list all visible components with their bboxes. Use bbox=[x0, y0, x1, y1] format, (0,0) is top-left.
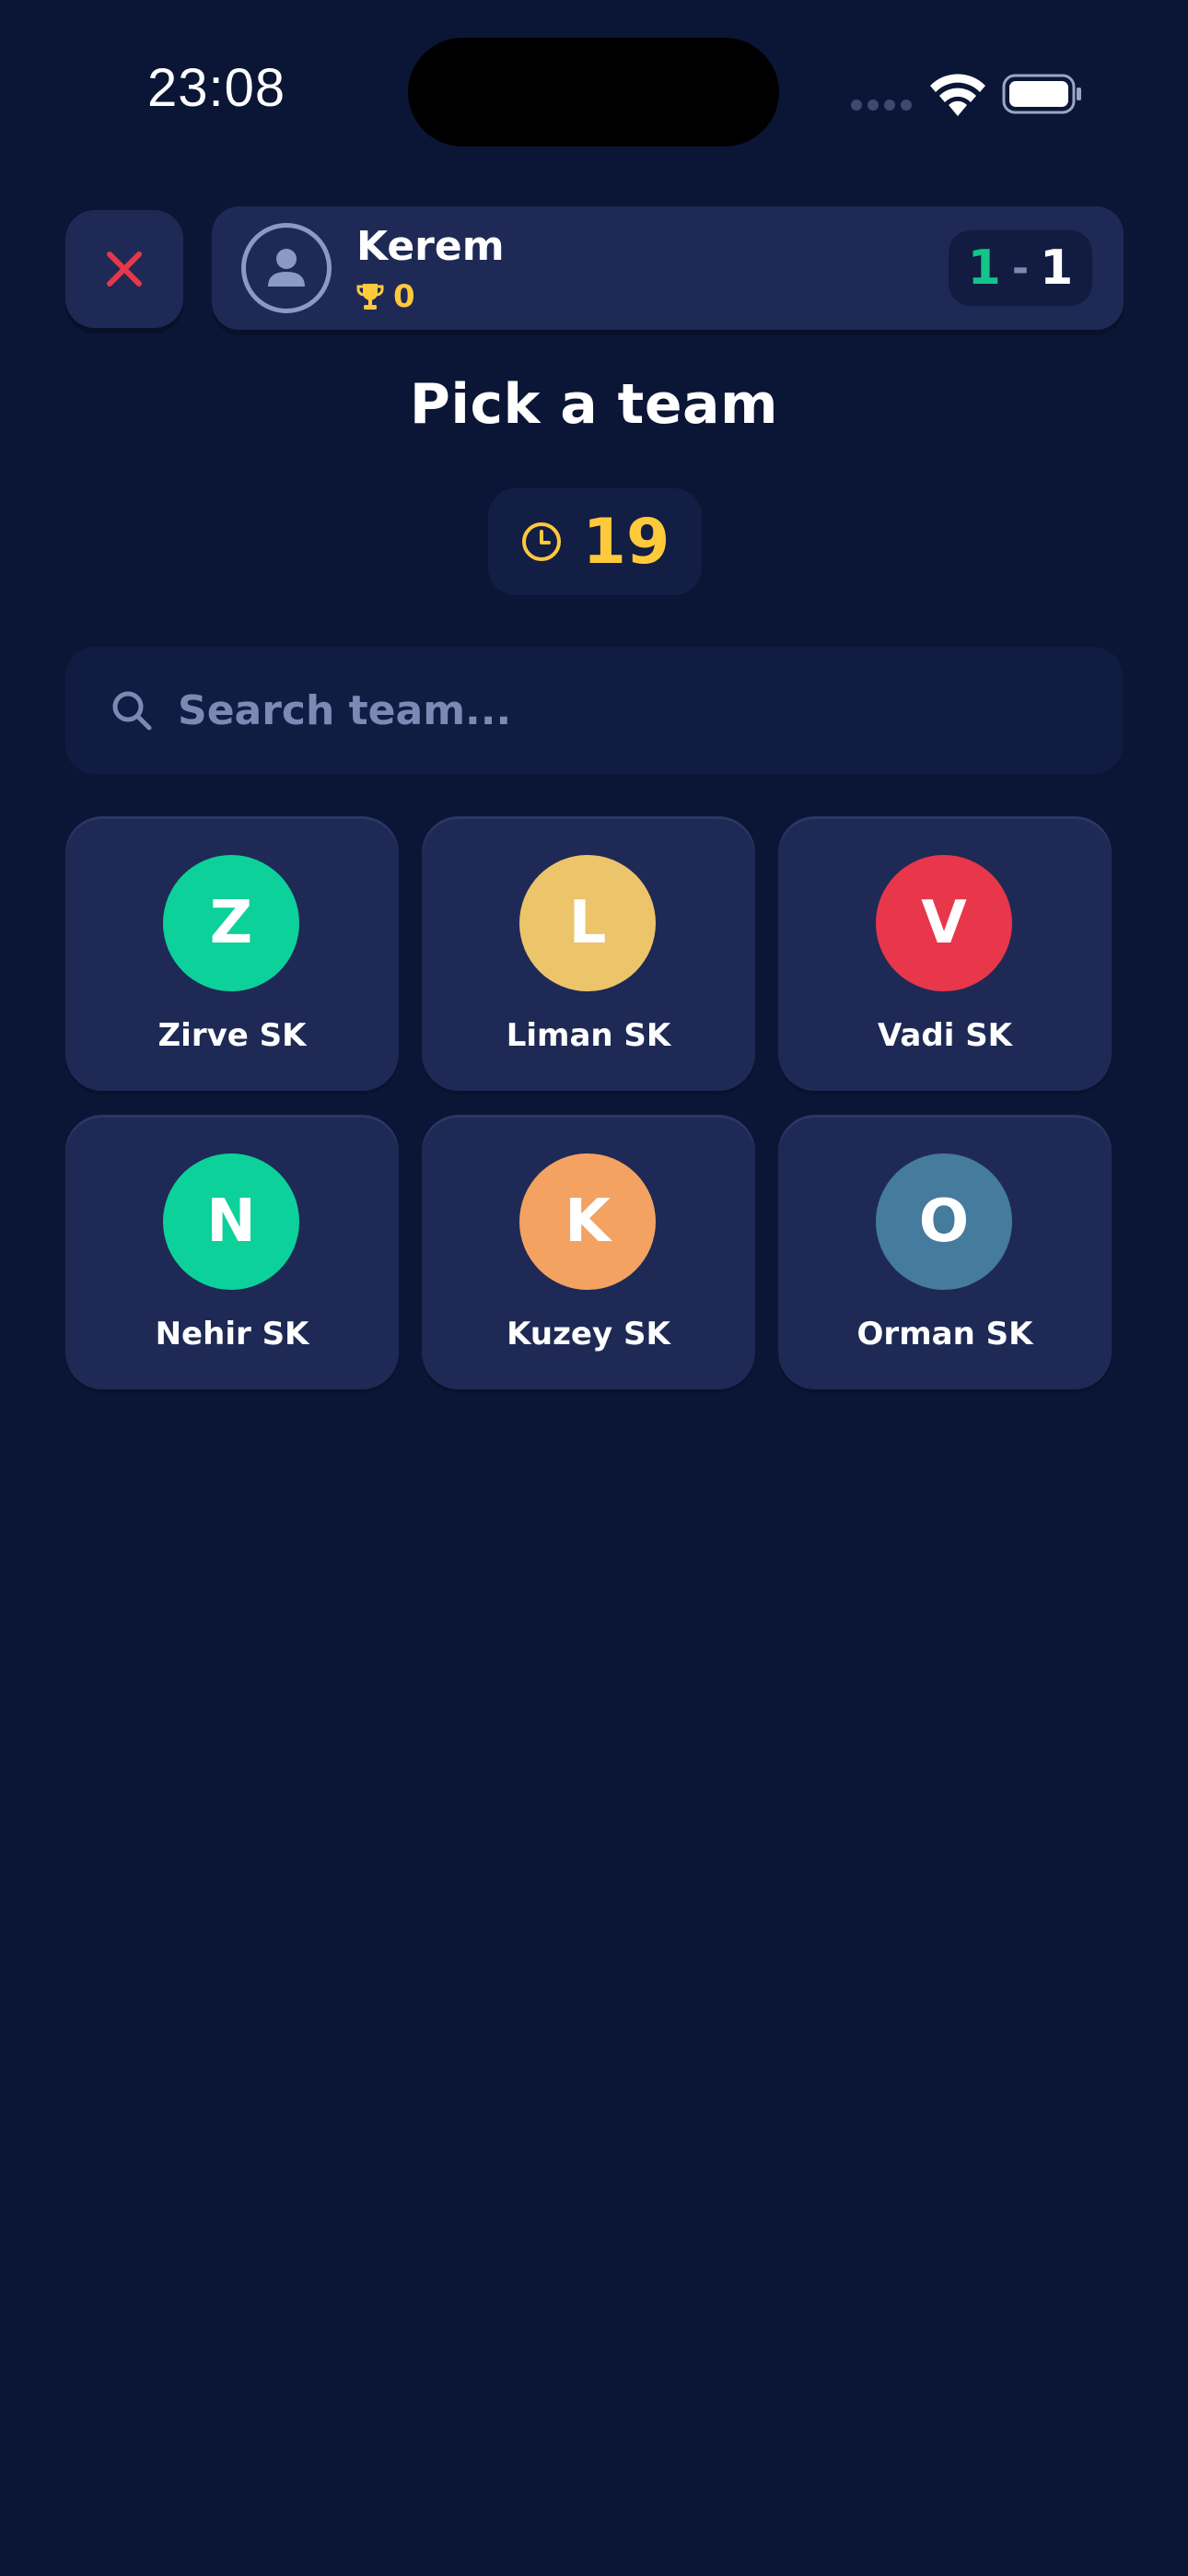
team-card-zirve[interactable]: Z Zirve SK bbox=[65, 816, 399, 1091]
user-icon bbox=[268, 249, 305, 287]
score-right: 1 bbox=[1040, 240, 1074, 296]
close-button[interactable] bbox=[65, 210, 183, 328]
wifi-icon bbox=[930, 74, 985, 116]
team-name: Orman SK bbox=[856, 1316, 1033, 1352]
team-logo: N bbox=[163, 1153, 299, 1290]
timer-value: 19 bbox=[582, 505, 670, 579]
team-name: Liman SK bbox=[506, 1017, 671, 1054]
search-box[interactable] bbox=[65, 647, 1123, 774]
search-icon bbox=[112, 691, 152, 731]
score-box: 1 - 1 bbox=[949, 230, 1092, 306]
trophy-icon bbox=[356, 284, 384, 310]
team-logo: L bbox=[519, 855, 656, 991]
timer-badge: 19 bbox=[488, 488, 702, 595]
dynamic-island bbox=[408, 38, 779, 146]
team-name: Zirve SK bbox=[157, 1017, 307, 1054]
team-card-vadi[interactable]: V Vadi SK bbox=[778, 816, 1112, 1091]
cellular-signal-icon bbox=[851, 100, 912, 112]
score-left: 1 bbox=[967, 240, 1001, 296]
score-separator: - bbox=[1011, 244, 1030, 292]
team-card-liman[interactable]: L Liman SK bbox=[422, 816, 755, 1091]
player-card: Kerem 0 1 - 1 bbox=[212, 206, 1124, 330]
team-name: Kuzey SK bbox=[507, 1316, 670, 1352]
team-card-orman[interactable]: O Orman SK bbox=[778, 1115, 1112, 1389]
team-logo: V bbox=[876, 855, 1012, 991]
player-name: Kerem bbox=[356, 223, 505, 270]
team-name: Nehir SK bbox=[155, 1316, 309, 1352]
search-input[interactable] bbox=[178, 678, 1062, 743]
page-title: Pick a team bbox=[409, 372, 779, 437]
trophy-count: 0 bbox=[393, 278, 415, 315]
status-bar: 23:08 bbox=[0, 0, 1188, 184]
team-grid: Z Zirve SK L Liman SK V Vadi SK N Nehir … bbox=[65, 816, 1112, 1389]
clock-icon bbox=[521, 522, 561, 561]
avatar bbox=[241, 223, 332, 313]
team-name: Vadi SK bbox=[877, 1017, 1013, 1054]
trophy-row: 0 bbox=[356, 278, 415, 315]
close-icon bbox=[107, 252, 142, 287]
team-logo: Z bbox=[163, 855, 299, 991]
team-logo: O bbox=[876, 1153, 1012, 1290]
battery-icon bbox=[1002, 74, 1081, 114]
status-time: 23:08 bbox=[147, 58, 286, 118]
team-logo: K bbox=[519, 1153, 656, 1290]
team-card-kuzey[interactable]: K Kuzey SK bbox=[422, 1115, 755, 1389]
team-card-nehir[interactable]: N Nehir SK bbox=[65, 1115, 399, 1389]
